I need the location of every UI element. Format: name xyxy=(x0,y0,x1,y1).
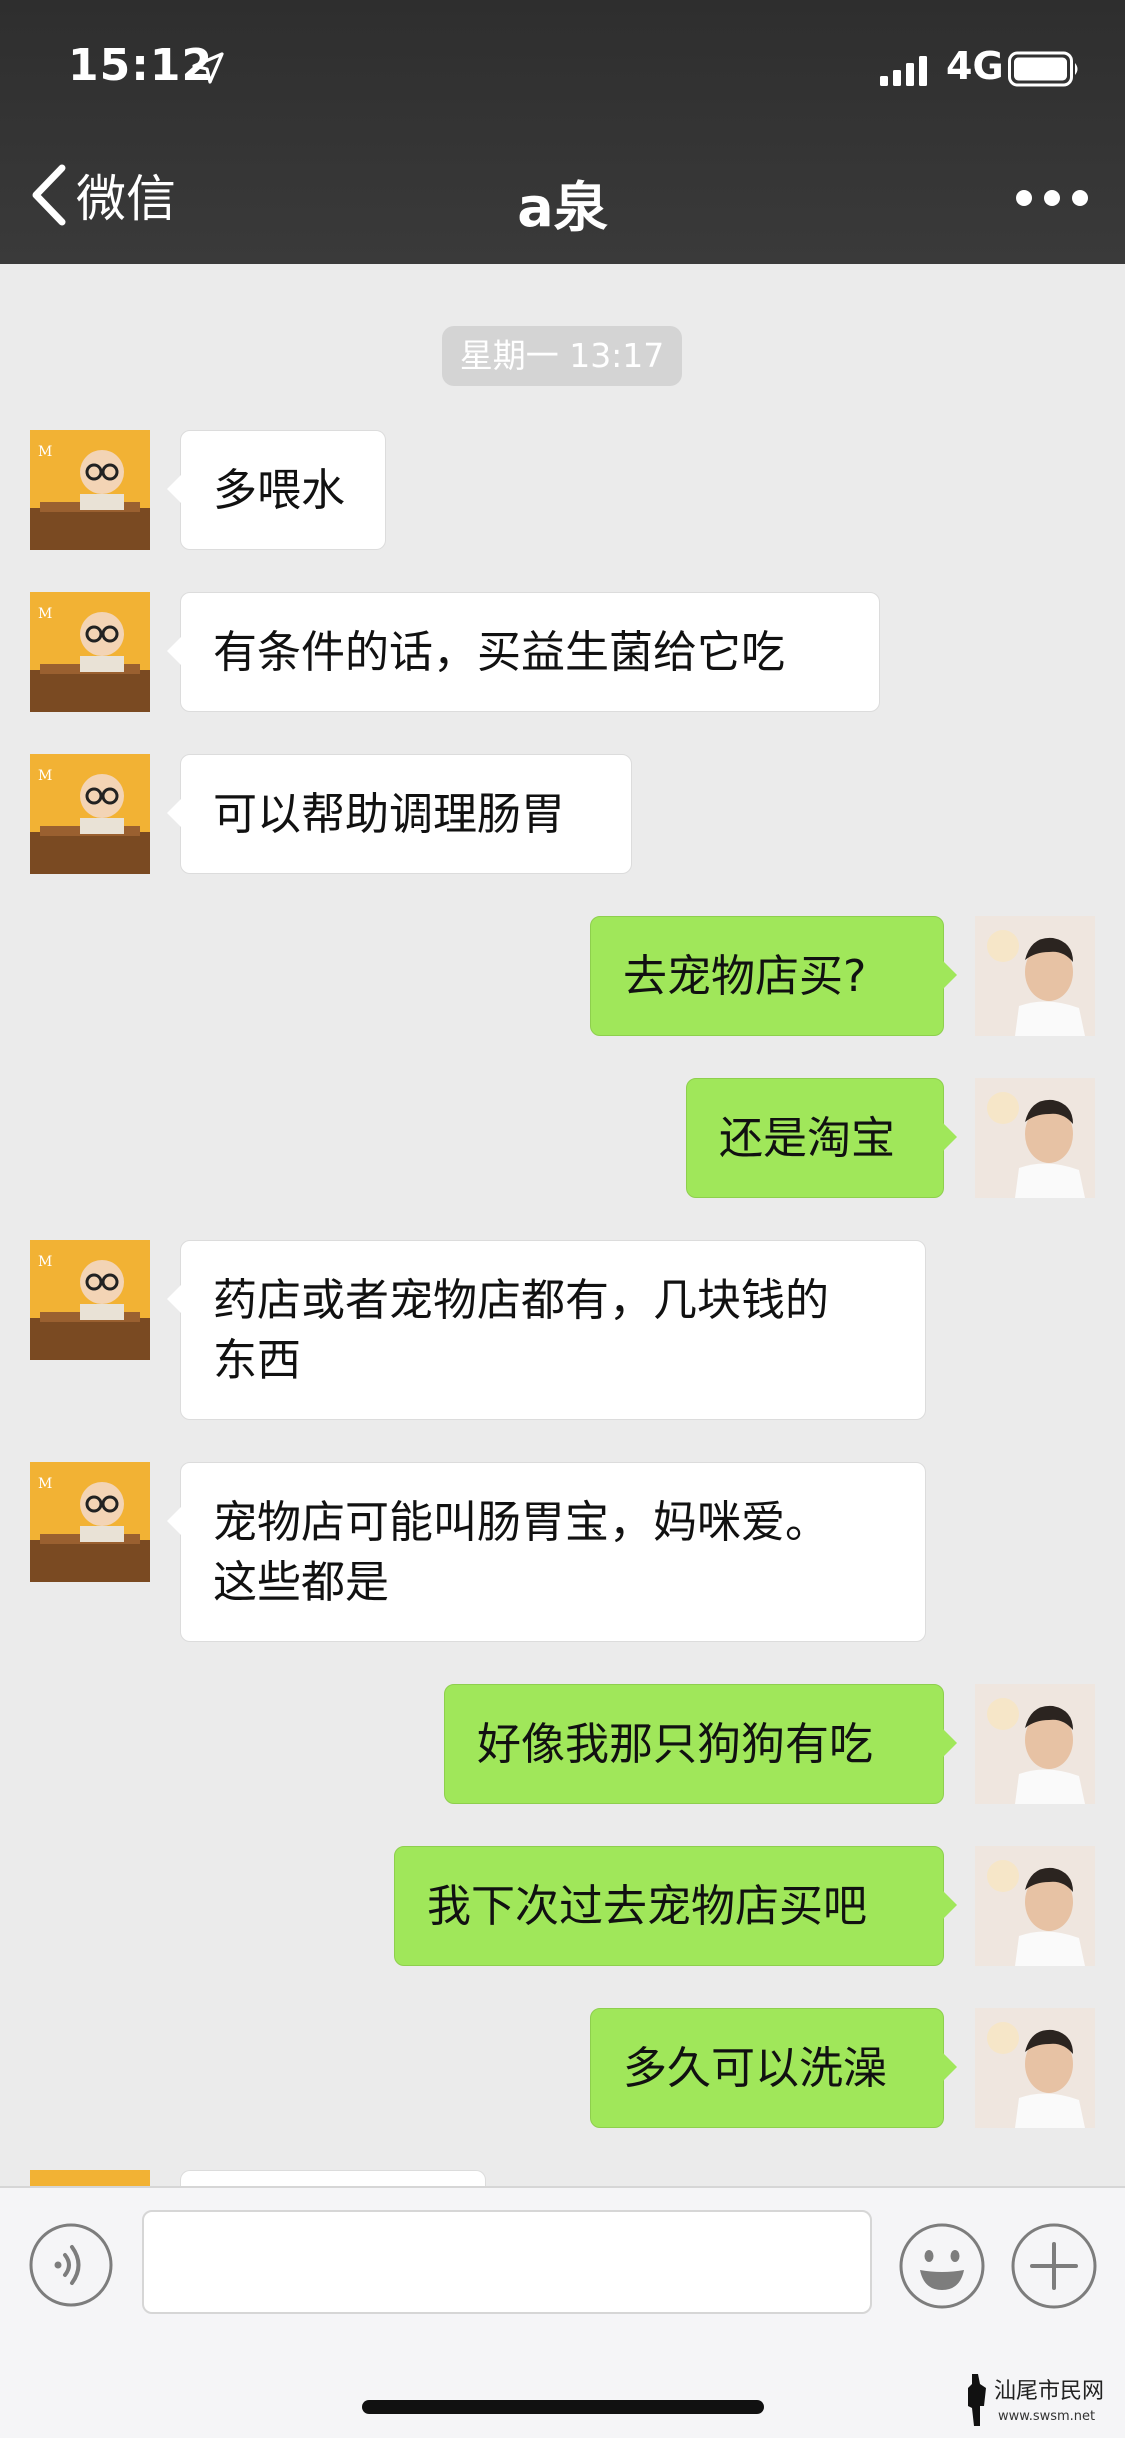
signal-bars-icon xyxy=(880,56,927,86)
time-divider: 星期一 13:17 xyxy=(442,326,682,386)
my-avatar[interactable] xyxy=(975,916,1095,1036)
message-line: 我下次过去宠物店买吧 xyxy=(427,1881,867,1932)
contact-avatar[interactable] xyxy=(30,2170,150,2186)
battery-icon xyxy=(1008,51,1078,87)
contact-avatar-image: M xyxy=(30,430,150,550)
sent-message[interactable]: 还是淘宝 xyxy=(686,1078,957,1198)
more-options-icon[interactable] xyxy=(1012,180,1092,216)
received-message-partial[interactable] xyxy=(180,2170,486,2186)
sent-message[interactable]: 去宠物店买? xyxy=(590,916,957,1036)
contact-avatar[interactable]: M xyxy=(30,592,150,712)
sent-message[interactable]: 好像我那只狗狗有吃 xyxy=(444,1684,957,1804)
contact-avatar-image xyxy=(30,2170,150,2186)
my-avatar-image xyxy=(975,1078,1095,1198)
contact-avatar-image: M xyxy=(30,1240,150,1360)
message-line: 药店或者宠物店都有，几块钱的 xyxy=(213,1275,829,1326)
my-avatar-image xyxy=(975,1846,1095,1966)
contact-avatar[interactable]: M xyxy=(30,754,150,874)
contact-avatar[interactable]: M xyxy=(30,1462,150,1582)
chat-title: a泉 xyxy=(517,176,608,239)
plus-icon[interactable] xyxy=(1010,2222,1098,2310)
network-type: 4G xyxy=(946,44,1004,88)
message-line: 东西 xyxy=(213,1335,301,1386)
received-message[interactable]: 有条件的话，买益生菌给它吃 xyxy=(167,592,880,712)
sent-message[interactable]: 我下次过去宠物店买吧 xyxy=(394,1846,957,1966)
message-line: 多喂水 xyxy=(213,465,345,516)
message-line: 好像我那只狗狗有吃 xyxy=(477,1719,873,1770)
contact-avatar[interactable]: M xyxy=(30,1240,150,1360)
message-line: 去宠物店买? xyxy=(623,951,867,1002)
my-avatar[interactable] xyxy=(975,1078,1095,1198)
svg-text:M: M xyxy=(38,444,52,460)
home-indicator[interactable] xyxy=(362,2400,764,2414)
sent-message[interactable]: 多久可以洗澡 xyxy=(590,2008,957,2128)
received-message[interactable]: 宠物店可能叫肠胃宝，妈咪爱。 这些都是 xyxy=(167,1462,926,1642)
my-avatar-image xyxy=(975,1684,1095,1804)
received-message[interactable]: 多喂水 xyxy=(167,430,386,550)
my-avatar-image xyxy=(975,2008,1095,2128)
svg-text:www.swsm.net: www.swsm.net xyxy=(998,2409,1095,2424)
message-input[interactable] xyxy=(142,2210,872,2314)
message-line: 这些都是 xyxy=(213,1557,389,1608)
my-avatar[interactable] xyxy=(975,1684,1095,1804)
contact-avatar-image: M xyxy=(30,754,150,874)
location-arrow-icon xyxy=(192,52,224,84)
received-message[interactable]: 可以帮助调理肠胃 xyxy=(167,754,632,874)
svg-text:M: M xyxy=(38,1476,52,1492)
contact-avatar-image: M xyxy=(30,592,150,712)
message-line: 多久可以洗澡 xyxy=(623,2043,887,2094)
site-watermark: 汕尾市民网 www.swsm.net xyxy=(968,2374,1104,2426)
voice-input-icon[interactable] xyxy=(28,2222,114,2308)
top-bar: 15:12 4G 微信 a泉 xyxy=(0,0,1125,264)
svg-text:汕尾市民网: 汕尾市民网 xyxy=(994,2379,1104,2404)
contact-avatar[interactable]: M xyxy=(30,430,150,550)
message-line: 还是淘宝 xyxy=(719,1113,895,1164)
svg-text:M: M xyxy=(38,1254,52,1270)
message-line: 有条件的话，买益生菌给它吃 xyxy=(213,627,785,678)
my-avatar-image xyxy=(975,916,1095,1036)
svg-text:M: M xyxy=(38,768,52,784)
message-line: 宠物店可能叫肠胃宝，妈咪爱。 xyxy=(213,1497,829,1548)
received-message[interactable]: 药店或者宠物店都有，几块钱的 东西 xyxy=(167,1240,926,1420)
my-avatar[interactable] xyxy=(975,1846,1095,1966)
svg-text:M: M xyxy=(38,606,52,622)
message-line: 可以帮助调理肠胃 xyxy=(213,789,565,840)
contact-avatar-image: M xyxy=(30,1462,150,1582)
emoji-icon[interactable] xyxy=(898,2222,986,2310)
my-avatar[interactable] xyxy=(975,2008,1095,2128)
